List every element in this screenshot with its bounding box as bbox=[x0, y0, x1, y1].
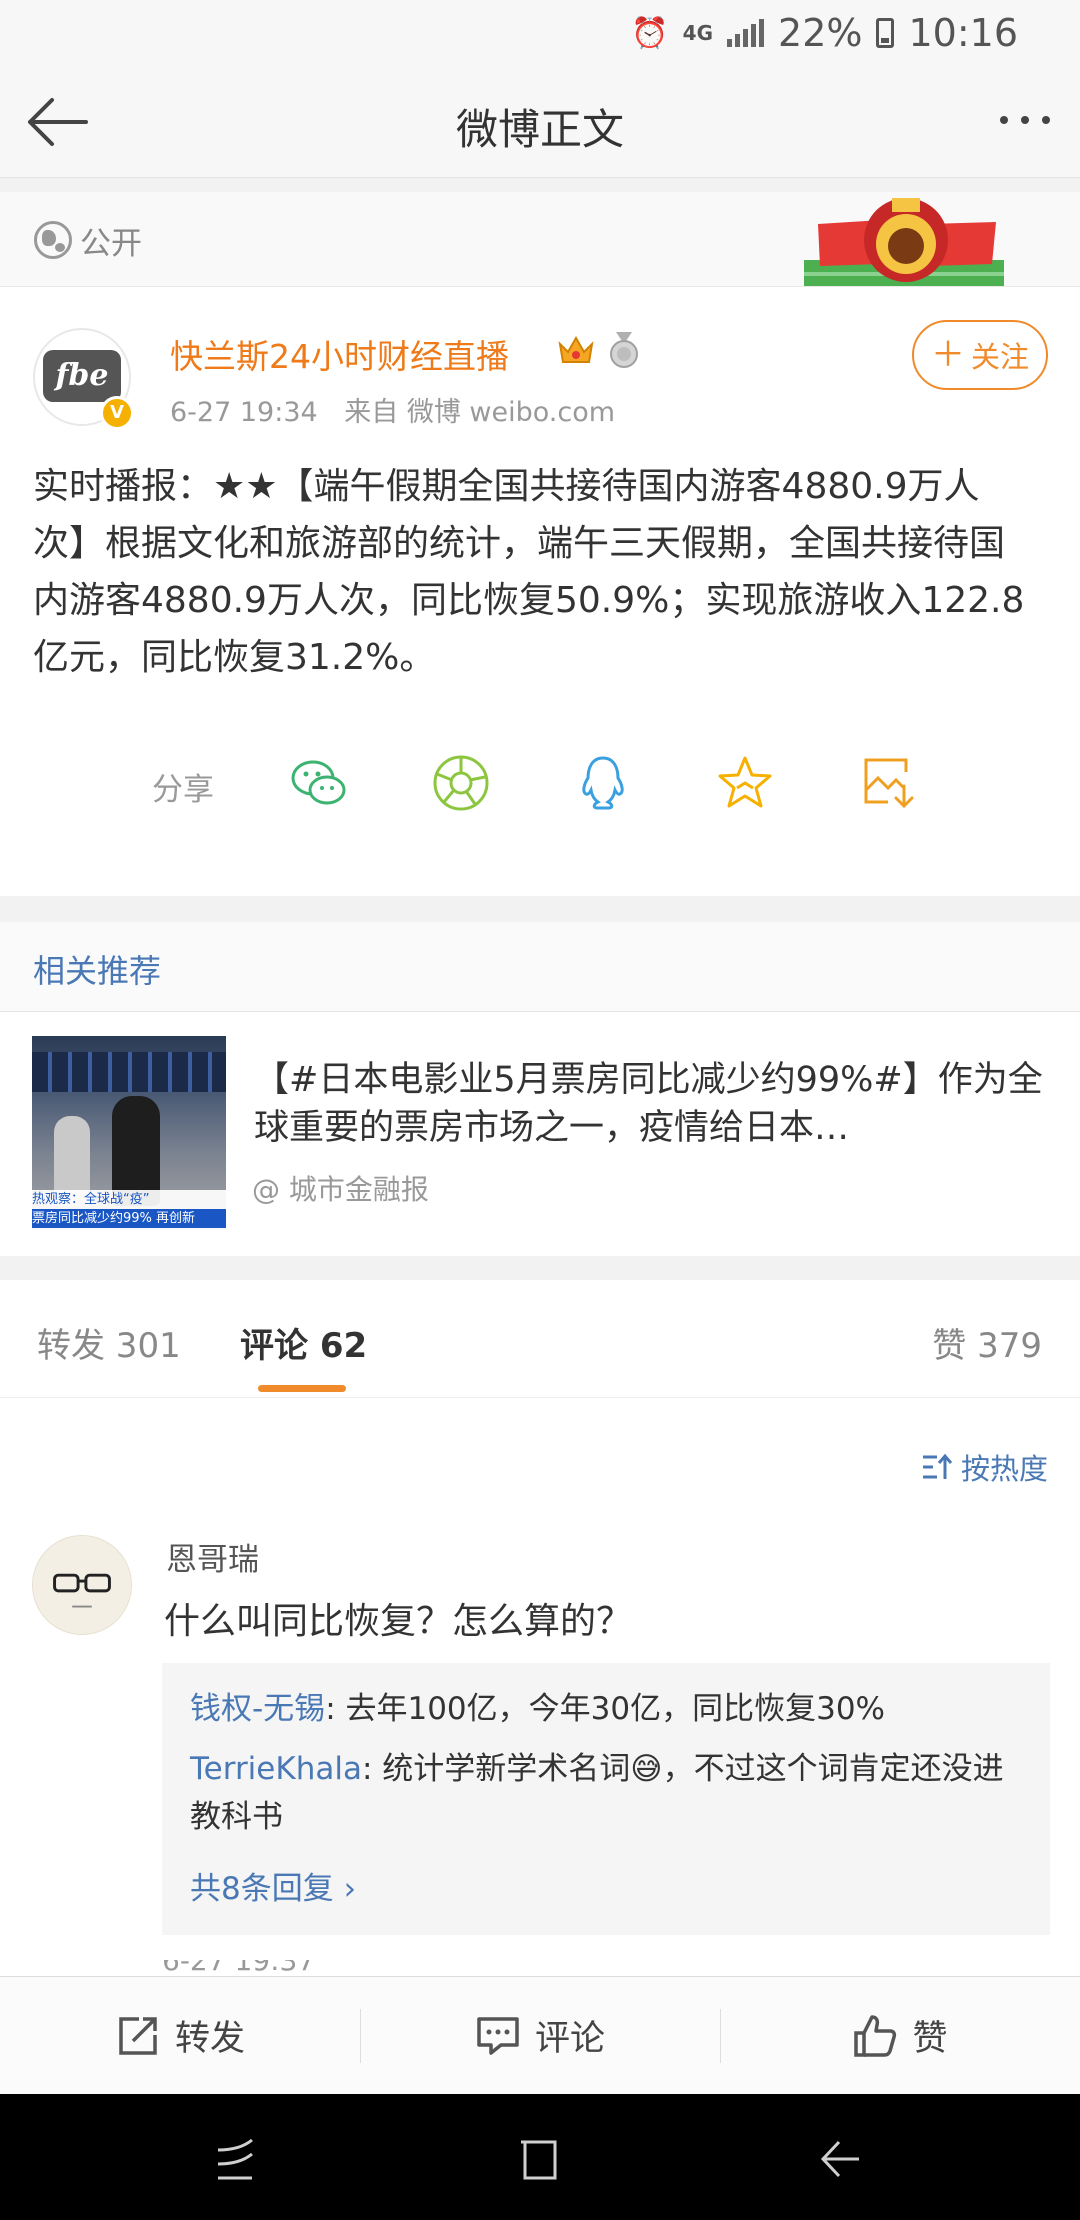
top-app-bar: 微博正文 bbox=[0, 66, 1080, 178]
repost-icon bbox=[119, 2016, 157, 2055]
medal-icon bbox=[610, 332, 638, 368]
battery-icon bbox=[876, 18, 895, 48]
comment-text: 什么叫同比恢复？怎么算的？ bbox=[164, 1601, 633, 1642]
recent-apps-icon[interactable] bbox=[210, 2134, 260, 2184]
related-title: 相关推荐 bbox=[33, 952, 162, 990]
reply-item: TerrieKhala: 统计学新学术名词😅，不过这个词肯定还没进教科书 bbox=[190, 1745, 1030, 1841]
share-label: 分享 bbox=[152, 772, 214, 808]
more-replies-link[interactable]: 共8条回复 › bbox=[190, 1863, 356, 1908]
comment-time-text: 6-27 19:37 bbox=[162, 1960, 316, 1977]
departure-board bbox=[32, 1052, 226, 1092]
avatar-logo-text: fbe bbox=[43, 350, 121, 402]
home-icon[interactable] bbox=[515, 2134, 565, 2184]
repost-button[interactable]: 转发 bbox=[0, 1977, 360, 2094]
related-card[interactable]: 热观察：全球战“疫” 票房同比减少约99% 再创新 【#日本电影业5月票房同比减… bbox=[0, 1012, 1080, 1256]
divider bbox=[0, 178, 1080, 192]
like-button[interactable]: 赞 bbox=[720, 1977, 1080, 2094]
post-time: 6-27 19:34 bbox=[170, 397, 318, 428]
tab-repost[interactable]: 转发 301 bbox=[37, 1318, 181, 1367]
battery-percent: 22% bbox=[778, 11, 863, 55]
tab-comment[interactable]: 评论 62 bbox=[240, 1318, 367, 1367]
sort-label: 按热度 bbox=[960, 1452, 1048, 1486]
alarm-icon: ⏰ bbox=[631, 15, 669, 51]
network-type: 4G bbox=[682, 21, 714, 45]
comment-button[interactable]: 评论 bbox=[360, 1977, 720, 2094]
spacer bbox=[0, 287, 1080, 293]
like-label: 赞 bbox=[912, 2019, 948, 2059]
comment-label: 评论 bbox=[534, 2019, 605, 2059]
thumb-caption: 热观察：全球战“疫” 票房同比减少约99% 再创新 bbox=[32, 1190, 226, 1230]
thumbs-up-icon bbox=[854, 2014, 897, 2057]
signal-icon bbox=[727, 19, 765, 47]
crown-icon bbox=[558, 335, 594, 363]
football-badge-icon bbox=[804, 198, 1004, 286]
reply-box[interactable]: 钱权-无锡: 去年100亿，今年30亿，同比恢复30% TerrieKhala:… bbox=[162, 1663, 1050, 1935]
follow-button[interactable]: ＋ 关注 bbox=[912, 320, 1048, 390]
bottom-action-bar: 转发 评论 赞 bbox=[0, 1976, 1080, 2094]
tab-like[interactable]: 赞 379 bbox=[932, 1318, 1042, 1367]
back-icon[interactable] bbox=[815, 2134, 865, 2184]
thumb-caption-line: 票房同比减少约99% 再创新 bbox=[32, 1209, 226, 1228]
interaction-tabs: 转发 301 评论 62 赞 379 bbox=[0, 1280, 1080, 1398]
qq-icon[interactable] bbox=[572, 752, 634, 814]
system-nav-bar bbox=[0, 2094, 1080, 2220]
comment-icon bbox=[477, 2016, 519, 2055]
related-source: @ 城市金融报 bbox=[252, 1173, 429, 1206]
thumb-caption-line: 热观察：全球战“疫” bbox=[32, 1192, 150, 1207]
visibility-label: 公开 bbox=[80, 226, 142, 262]
reply-item: 钱权-无锡: 去年100亿，今年30亿，同比恢复30% bbox=[190, 1685, 1030, 1733]
post-source: 来自 微博 weibo.com bbox=[344, 397, 616, 428]
favorite-star-icon[interactable] bbox=[714, 752, 776, 814]
sort-toggle[interactable]: 按热度 bbox=[919, 1446, 1048, 1488]
related-headline: 【#日本电影业5月票房同比减少约99%#】作为全球重要的票房市场之一，疫情给日本… bbox=[254, 1060, 1043, 1148]
wechat-icon[interactable] bbox=[288, 752, 350, 814]
status-bar: ⏰ 4G 22% 10:16 bbox=[0, 0, 1080, 66]
verified-icon: V bbox=[100, 396, 134, 430]
more-options-icon[interactable] bbox=[1000, 116, 1050, 124]
author-name[interactable]: 快兰斯24小时财经直播 bbox=[170, 330, 509, 378]
save-image-icon[interactable] bbox=[858, 752, 920, 814]
plus-icon: ＋ bbox=[930, 335, 965, 375]
moments-icon[interactable] bbox=[430, 752, 492, 814]
commenter-name[interactable]: 恩哥瑞 bbox=[166, 1534, 259, 1579]
commenter-avatar[interactable] bbox=[32, 1535, 132, 1635]
divider bbox=[0, 896, 1080, 922]
reply-user[interactable]: 钱权-无锡 bbox=[190, 1691, 325, 1727]
active-tab-indicator bbox=[258, 1385, 346, 1392]
post-body-text: 实时播报：★★【端午假期全国共接待国内游客4880.9万人次】根据文化和旅游部的… bbox=[33, 466, 1025, 678]
related-thumbnail: 热观察：全球战“疫” 票房同比减少约99% 再创新 bbox=[32, 1036, 226, 1230]
reply-text: : 去年100亿，今年30亿，同比恢复30% bbox=[325, 1691, 886, 1727]
repost-label: 转发 bbox=[174, 2019, 245, 2059]
reply-user[interactable]: TerrieKhala bbox=[190, 1751, 362, 1787]
globe-icon bbox=[34, 221, 72, 259]
divider bbox=[0, 1256, 1080, 1280]
follow-label: 关注 bbox=[970, 340, 1029, 374]
related-header: 相关推荐 bbox=[0, 922, 1080, 1012]
sort-icon bbox=[922, 1453, 953, 1479]
page-title: 微博正文 bbox=[455, 105, 624, 154]
clock: 10:16 bbox=[908, 11, 1018, 55]
post-meta: 6-27 19:34 来自 微博 weibo.com bbox=[170, 390, 615, 429]
